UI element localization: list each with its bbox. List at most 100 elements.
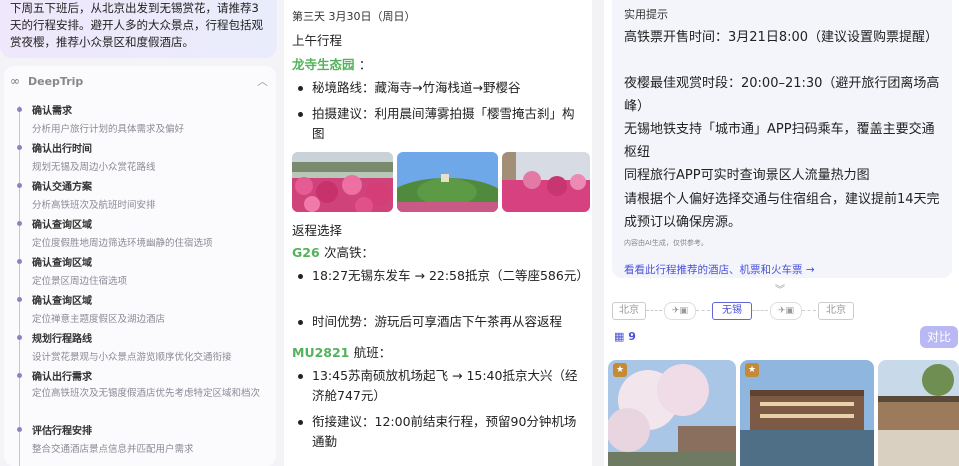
hotel-image [878, 360, 959, 466]
route-city-destination[interactable]: 无锡 [712, 302, 752, 320]
tips-title: 实用提示 [624, 8, 668, 21]
photo-strip [292, 152, 592, 212]
deeptrip-card: ∞ DeepTrip ︿ 确认需求 分析用户旅行计划的具体需求及偏好 确认出行时间… [4, 66, 276, 466]
step-desc: 规划无锡及周边小众赏花路线 [32, 162, 156, 173]
hill-landscape-image [397, 152, 498, 212]
bullet-icon [298, 374, 303, 379]
step-desc: 分析高铁班次及航班时间安排 [32, 200, 156, 211]
route-selector: 北京 ✈▣ 无锡 ✈▣ 北京 [604, 298, 959, 322]
itinerary-panel: 第三天 3月30日（周日） 上午行程 龙寺生态园 ： 秘境路线：藏海寺→竹海栈道… [284, 0, 592, 466]
spot-photo[interactable] [397, 152, 498, 212]
bullet-text: 拍摄建议：利用晨间薄雾拍摄「樱雪掩古刹」构图 [312, 106, 575, 141]
train-heading: G26 次高铁： [292, 242, 374, 261]
step-title: 确认查询区域 [32, 296, 92, 307]
step-title: 确认出行时间 [32, 144, 92, 155]
hotel-card[interactable]: ★ [608, 360, 736, 466]
step-dot [17, 107, 22, 112]
hotel-count[interactable]: ▦ 9 [614, 330, 636, 343]
list-item: 拍摄建议：利用晨间薄雾拍摄「樱雪掩古刹」构图 [296, 104, 586, 144]
bullet-icon [298, 320, 303, 325]
tip-item: 高铁票开售时间：3月21日8:00（建议设置购票提醒） [624, 30, 939, 45]
step-title: 确认出行需求 [32, 372, 92, 383]
step-item: 确认出行需求 定位高铁班次及无锡度假酒店优先考虑特定区域和档次 [4, 368, 274, 422]
bullet-text: 衔接建议：12:00前结束行程，预留90分钟机场通勤 [312, 414, 577, 449]
hotel-card[interactable] [878, 360, 959, 466]
route-dash [802, 310, 816, 311]
step-item: 确认需求 分析用户旅行计划的具体需求及偏好 [4, 102, 274, 140]
bullet-icon [298, 112, 303, 117]
tip-item: 无锡地铁支持「城市通」APP扫码乘车，覆盖主要交通枢纽 [624, 122, 935, 160]
step-item: 确认查询区域定位禅意主题度假区及湖边酒店 [4, 292, 274, 330]
train-code[interactable]: G26 [292, 245, 320, 260]
flower-garden-image [292, 152, 393, 212]
thinking-steps: 确认需求 分析用户旅行计划的具体需求及偏好 确认出行时间规划无锡及周边小众赏花路线… [4, 102, 274, 460]
infinity-icon: ∞ [10, 74, 20, 88]
bullet-icon [298, 274, 303, 279]
route-dash [696, 310, 710, 311]
step-dot [17, 335, 22, 340]
step-dot [17, 221, 22, 226]
spot-name[interactable]: 龙寺生态园 ： [292, 54, 371, 73]
chevron-up-icon[interactable]: ︿ [257, 73, 268, 89]
step-item: 确认交通方案分析高铁班次及航班时间安排 [4, 178, 274, 216]
flight-suffix: 航班： [353, 345, 392, 360]
hotel-card[interactable]: ★ [740, 360, 874, 466]
bullet-icon [298, 86, 303, 91]
morning-heading: 上午行程 [292, 33, 343, 48]
star-icon: ★ [613, 363, 627, 377]
deeptrip-header[interactable]: ∞ DeepTrip ︿ [10, 74, 270, 92]
tips-panel: 实用提示 高铁票开售时间：3月21日8:00（建议设置购票提醒） 夜樱最佳观赏时… [604, 0, 959, 466]
list-item: 13:45苏南硕放机场起飞 → 15:40抵京大兴（经济舱747元） [296, 366, 586, 406]
spot-photo[interactable] [502, 152, 590, 212]
step-item: 评估行程安排 整合交通酒店景点信息并匹配用户需求 [4, 422, 274, 460]
route-city-origin[interactable]: 北京 [612, 302, 646, 320]
step-title: 确认查询区域 [32, 220, 92, 231]
step-item: 确认查询区域定位度假胜地周边筛选环境幽静的住宿选项 [4, 216, 274, 254]
route-city-return[interactable]: 北京 [818, 302, 854, 320]
step-title: 确认查询区域 [32, 258, 92, 269]
bullet-text: 13:45苏南硕放机场起飞 → 15:40抵京大兴（经济舱747元） [312, 368, 578, 403]
step-dot [17, 183, 22, 188]
transport-icon[interactable]: ✈▣ [664, 302, 696, 320]
chevron-down-icon[interactable]: ︾ [775, 281, 785, 296]
cherry-blossom-image [502, 152, 590, 212]
hotel-count-value: 9 [628, 330, 636, 343]
flight-code[interactable]: MU2821 [292, 345, 349, 360]
train-suffix: 次高铁： [324, 245, 375, 260]
step-dot [17, 427, 22, 432]
bullet-text: 秘境路线：藏海寺→竹海栈道→野樱谷 [312, 80, 521, 95]
hotel-image [740, 360, 874, 466]
view-recommendations-link[interactable]: 看看此行程推荐的酒店、机票和火车票 → [624, 262, 815, 277]
step-desc: 分析用户旅行计划的具体需求及偏好 [32, 124, 185, 135]
step-dot [17, 145, 22, 150]
step-item: 确认查询区域定位景区周边住宿选项 [4, 254, 274, 292]
step-desc: 定位禅意主题度假区及湖边酒店 [32, 314, 166, 325]
hotel-image [608, 360, 736, 466]
spot-link[interactable]: 龙寺生态园 [292, 57, 355, 72]
step-title: 规划行程路线 [32, 334, 92, 345]
step-desc: 定位景区周边住宿选项 [32, 276, 128, 287]
step-item: 确认出行时间规划无锡及周边小众赏花路线 [4, 140, 274, 178]
step-title: 确认交通方案 [32, 182, 92, 193]
list-item: 时间优势：游玩后可享酒店下午茶再从容返程 [296, 312, 586, 332]
day-date: 第三天 3月30日（周日） [292, 10, 416, 23]
user-query: 下周五下班后，从北京出发到无锡赏花，请推荐3天的行程安排。避开人多的大众景点，行… [0, 0, 277, 58]
transport-icon[interactable]: ✈▣ [770, 302, 802, 320]
list-item: 18:27无锡东发车 → 22:58抵京（二等座586元） [296, 266, 589, 286]
star-icon: ★ [745, 363, 759, 377]
hotel-icon: ▦ [614, 330, 625, 343]
step-dot [17, 297, 22, 302]
list-item: 秘境路线：藏海寺→竹海栈道→野樱谷 [296, 78, 586, 98]
return-heading: 返程选择 [292, 223, 343, 238]
step-desc: 设计赏花景观与小众景点游览顺序优化交通衔接 [32, 352, 232, 363]
list-item: 衔接建议：12:00前结束行程，预留90分钟机场通勤 [296, 412, 586, 452]
compare-button[interactable]: 对比 [920, 326, 958, 348]
tip-item: 请根据个人偏好选择交通与住宿组合，建议提前14天完成预订以确保房源。 [624, 192, 940, 230]
flight-heading: MU2821 航班： [292, 342, 391, 361]
tip-item: 夜樱最佳观赏时段：20:00–21:30（避开旅行团离场高峰） [624, 76, 940, 114]
step-desc: 定位度假胜地周边筛选环境幽静的住宿选项 [32, 238, 213, 249]
ai-disclaimer: 内容由AI生成，仅供参考。 [624, 239, 708, 247]
bullet-text: 18:27无锡东发车 → 22:58抵京（二等座586元） [312, 268, 589, 283]
step-item: 规划行程路线设计赏花景观与小众景点游览顺序优化交通衔接 [4, 330, 274, 368]
spot-photo[interactable] [292, 152, 393, 212]
